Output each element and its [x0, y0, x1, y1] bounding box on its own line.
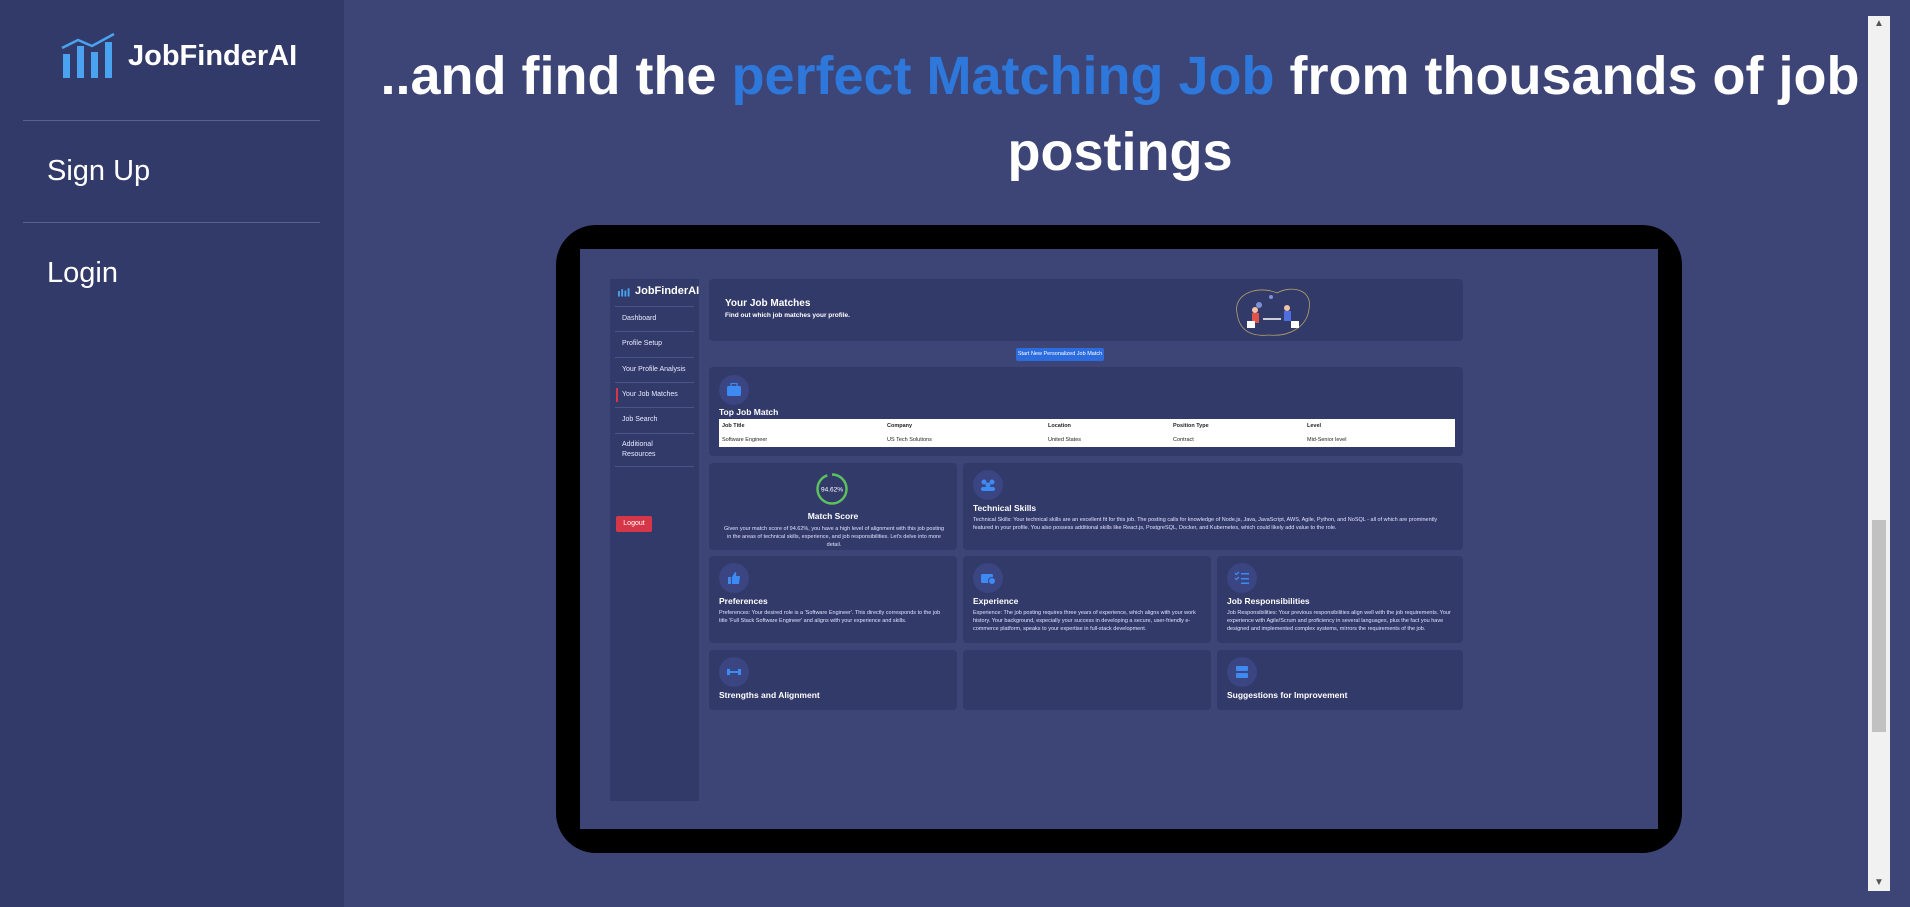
sidebar: JobFinderAI Sign Up Login: [0, 0, 344, 907]
match-score-text: Given your match score of 94.62%, you ha…: [723, 526, 945, 548]
brand-name: JobFinderAI: [128, 39, 298, 72]
sidebar-divider: [23, 120, 320, 121]
scroll-down-arrow-icon[interactable]: ▼: [1868, 875, 1890, 891]
preview-match-score-card: 94.62% Match Score Given your match scor…: [709, 463, 957, 550]
technical-skills-text: Technical Skills: Your technical skills …: [973, 517, 1438, 531]
server-icon: [1227, 657, 1257, 687]
nav-label: Job Search: [622, 416, 658, 423]
dumbbell-icon: [719, 657, 749, 687]
divider: [615, 306, 694, 307]
scrollbar-thumb[interactable]: [1872, 520, 1886, 732]
top-match-title: Top Job Match: [719, 407, 779, 417]
divider: [615, 466, 694, 467]
checklist-icon: [1227, 563, 1257, 593]
preview-suggestions-card: Suggestions for Improvement: [1217, 650, 1463, 710]
preview-top-match-card: Top Job Match Job Title Company Location…: [709, 367, 1463, 456]
bar-chart-logo-icon: [61, 32, 115, 78]
suggestions-title: Suggestions for Improvement: [1227, 690, 1348, 700]
preview-header-title: Your Job Matches: [725, 298, 811, 309]
divider: [615, 382, 694, 383]
nav-label: Your Profile Analysis: [622, 366, 686, 373]
match-score-ring: 94.62%: [816, 473, 848, 505]
cell-company: US Tech Solutions: [887, 437, 932, 443]
job-responsibilities-text: Job Responsibilities: Your previous resp…: [1227, 610, 1451, 632]
match-score-title: Match Score: [807, 511, 859, 521]
page-scrollbar[interactable]: ▲ ▼: [1868, 16, 1890, 891]
col-level: Level: [1307, 423, 1322, 429]
bar-chart-logo-icon: [618, 287, 630, 297]
preview-brand: JobFinderAI: [617, 285, 699, 297]
app-preview-screenshot: JobFinderAI Dashboard Profile Setup Your…: [580, 249, 1658, 829]
sidebar-divider: [23, 222, 320, 223]
preview-strengths-card: Strengths and Alignment: [709, 650, 957, 710]
col-location: Location: [1048, 423, 1071, 429]
divider: [615, 331, 694, 332]
preview-experience-card: Experience Experience: The job posting r…: [963, 556, 1211, 643]
headline-highlight: perfect Matching Job: [731, 46, 1275, 106]
preview-job-responsibilities-card: Job Responsibilities Job Responsibilitie…: [1217, 556, 1463, 643]
col-position-type: Position Type: [1173, 423, 1209, 429]
col-company: Company: [887, 423, 913, 429]
sidebar-item-sign-up[interactable]: Sign Up: [47, 155, 150, 188]
col-job-title: Job Title: [722, 423, 745, 429]
cell-job-title: Software Engineer: [722, 437, 768, 443]
match-score-value: 94.62%: [821, 487, 843, 494]
divider: [615, 433, 694, 434]
brand-logo[interactable]: JobFinderAI: [60, 32, 297, 80]
preferences-text: Preferences: Your desired role is a 'Sof…: [719, 610, 941, 624]
nav-label: Your Job Matches: [622, 391, 678, 398]
active-indicator: [616, 388, 618, 402]
divider: [615, 407, 694, 408]
nav-label: Profile Setup: [622, 340, 663, 347]
meeting-illustration-icon: [1236, 288, 1310, 336]
cell-location: United States: [1048, 437, 1082, 443]
cell-level: Mid-Senior level: [1307, 437, 1347, 443]
divider: [615, 357, 694, 358]
thumbs-up-icon: [719, 563, 749, 593]
nav-label: Additional: [622, 441, 653, 448]
preview-empty-card: [963, 650, 1211, 710]
preview-technical-skills-card: Technical Skills Technical Skills: Your …: [963, 463, 1463, 550]
people-group-icon: [973, 470, 1003, 500]
top-match-table: Job Title Company Location Position Type…: [719, 419, 1455, 447]
headline-text-start: ..and find the: [380, 46, 732, 106]
hero-headline: ..and find the perfect Matching Job from…: [380, 38, 1860, 190]
nav-label: Dashboard: [622, 315, 657, 322]
preview-sidebar: JobFinderAI Dashboard Profile Setup Your…: [610, 279, 699, 801]
technical-skills-title: Technical Skills: [973, 503, 1037, 513]
preview-preferences-card: Preferences Preferences: Your desired ro…: [709, 556, 957, 643]
sidebar-item-login[interactable]: Login: [47, 257, 118, 290]
preview-logout-button: Logout: [616, 516, 652, 532]
strengths-title: Strengths and Alignment: [719, 690, 820, 700]
preview-brand-name: JobFinderAI: [635, 285, 700, 297]
job-responsibilities-title: Job Responsibilities: [1227, 596, 1310, 606]
briefcase-clock-icon: [973, 563, 1003, 593]
preview-start-match-button: Start New Personalized Job Match: [1016, 348, 1104, 361]
cell-position-type: Contract: [1173, 437, 1194, 443]
preferences-title: Preferences: [719, 596, 768, 606]
experience-text: Experience: The job posting requires thr…: [973, 610, 1196, 632]
experience-title: Experience: [973, 596, 1019, 606]
preview-header-subtitle: Find out which job matches your profile.: [725, 312, 850, 319]
preview-header-card: Your Job Matches Find out which job matc…: [709, 279, 1463, 341]
scroll-up-arrow-icon[interactable]: ▲: [1868, 16, 1890, 32]
briefcase-icon: [719, 375, 749, 405]
nav-label: Resources: [622, 451, 656, 458]
